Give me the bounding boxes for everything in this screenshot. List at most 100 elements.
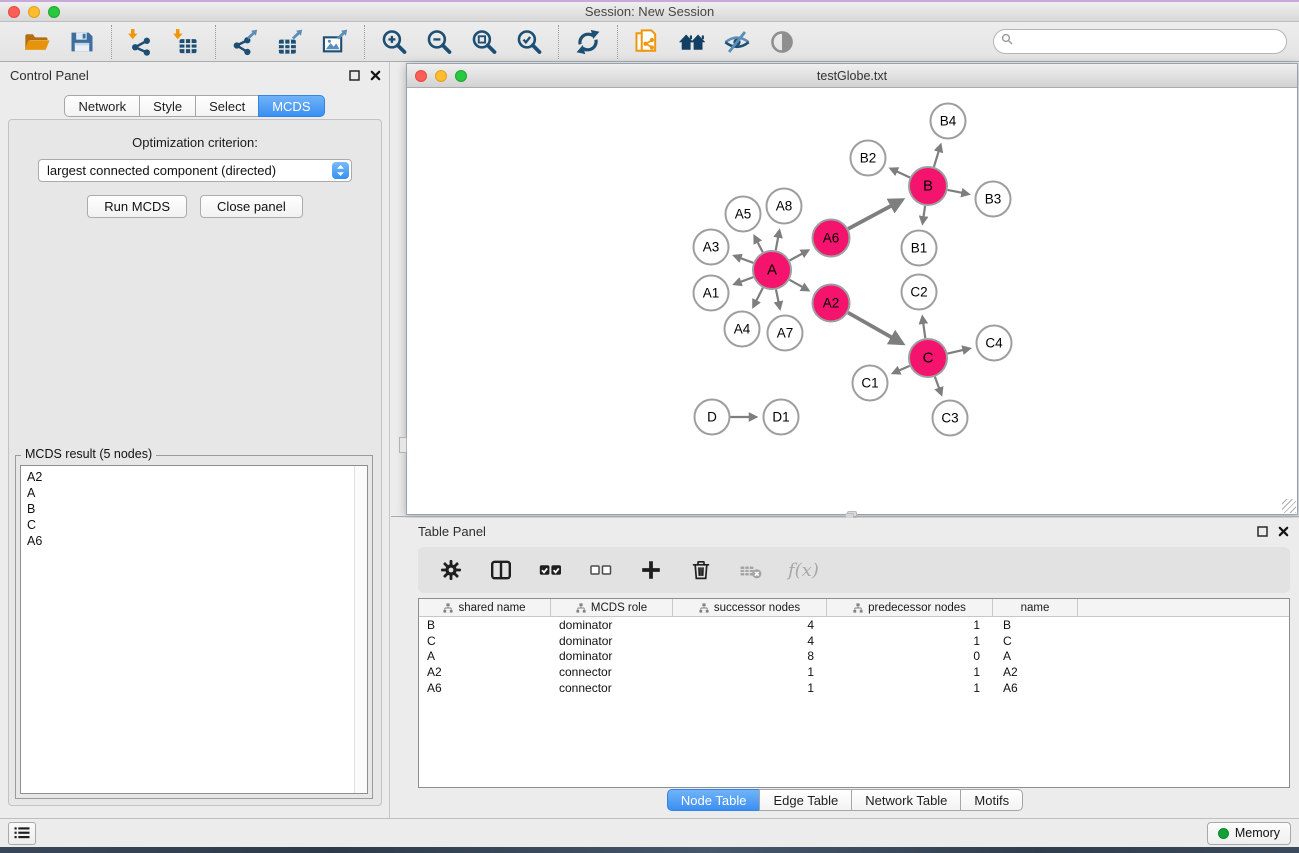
cell-mcds-role[interactable]: dominator <box>551 633 673 649</box>
node-C2[interactable]: C2 <box>902 275 937 310</box>
edge-C-C1[interactable] <box>893 366 910 373</box>
tab-mcds[interactable]: MCDS <box>258 95 324 117</box>
network-left-scrollbar[interactable] <box>399 437 407 453</box>
edge-A-A3[interactable] <box>734 256 753 263</box>
node-D1[interactable]: D1 <box>764 400 799 435</box>
column-header-shared-name[interactable]: shared name <box>419 599 551 616</box>
zoom-out-icon[interactable] <box>424 27 454 57</box>
import-table-icon[interactable] <box>171 27 201 57</box>
edge-A2-C[interactable] <box>848 313 902 344</box>
network-zoom-button[interactable] <box>455 70 467 82</box>
node-C4[interactable]: C4 <box>977 326 1012 361</box>
node-A4[interactable]: A4 <box>725 312 760 347</box>
column-header-name[interactable]: name <box>993 599 1078 616</box>
node-A[interactable]: A <box>753 251 791 289</box>
node-C1[interactable]: C1 <box>853 366 888 401</box>
cell-name[interactable]: A6 <box>993 680 1078 696</box>
zoom-window-button[interactable] <box>48 6 60 18</box>
column-header-successor-nodes[interactable]: successor nodes <box>673 599 827 616</box>
cell-mcds-role[interactable]: connector <box>551 680 673 696</box>
table-row-A6[interactable]: A6connector11A6 <box>419 680 1289 696</box>
close-table-panel-icon[interactable] <box>1278 526 1289 537</box>
network-close-button[interactable] <box>415 70 427 82</box>
cell-mcds-role[interactable]: dominator <box>551 617 673 633</box>
node-B[interactable]: B <box>909 167 947 205</box>
node-A8[interactable]: A8 <box>767 189 802 224</box>
cell-shared-name[interactable]: B <box>419 617 551 633</box>
float-table-panel-icon[interactable] <box>1257 526 1268 537</box>
mcds-result-list[interactable]: A2ABCA6 <box>20 465 368 794</box>
criterion-dropdown[interactable]: largest connected component (directed) <box>38 159 352 182</box>
edge-B-B4[interactable] <box>934 145 941 167</box>
hide-details-icon[interactable] <box>722 27 752 57</box>
node-A2[interactable]: A2 <box>813 285 850 322</box>
edge-A-A8[interactable] <box>776 231 780 251</box>
edge-A-A7[interactable] <box>776 290 780 309</box>
edge-C-C2[interactable] <box>922 317 925 338</box>
node-D[interactable]: D <box>695 400 730 435</box>
cell-shared-name[interactable]: A <box>419 648 551 664</box>
node-A3[interactable]: A3 <box>694 230 729 265</box>
import-network-icon[interactable] <box>126 27 156 57</box>
export-network-icon[interactable] <box>230 27 260 57</box>
save-session-icon[interactable] <box>67 27 97 57</box>
run-mcds-button[interactable]: Run MCDS <box>87 195 187 218</box>
cell-name[interactable]: B <box>993 617 1078 633</box>
show-details-icon[interactable] <box>767 27 797 57</box>
cell-shared-name[interactable]: C <box>419 633 551 649</box>
table-row-B[interactable]: Bdominator41B <box>419 617 1289 633</box>
tab-select[interactable]: Select <box>195 95 259 117</box>
memory-button[interactable]: Memory <box>1207 822 1291 845</box>
network-graph[interactable]: B4B2BB3A8A5A6A3B1AC2A1A2A4A7C4CC1DD1C3 <box>407 88 1297 513</box>
home-icon[interactable] <box>677 27 707 57</box>
export-image-icon[interactable] <box>320 27 350 57</box>
zoom-fit-icon[interactable] <box>469 27 499 57</box>
edge-C-C4[interactable] <box>948 349 970 354</box>
columns-icon[interactable] <box>488 557 514 583</box>
column-header-predecessor-nodes[interactable]: predecessor nodes <box>827 599 993 616</box>
node-A6[interactable]: A6 <box>813 220 850 257</box>
table-row-A2[interactable]: A2connector11A2 <box>419 664 1289 680</box>
result-item-C[interactable]: C <box>27 517 367 533</box>
edge-A-A2[interactable] <box>790 280 809 291</box>
add-column-icon[interactable] <box>638 557 664 583</box>
edge-C-C3[interactable] <box>935 377 942 395</box>
close-window-button[interactable] <box>8 6 20 18</box>
cell-predecessor-nodes[interactable]: 0 <box>827 648 993 664</box>
edge-A6-B[interactable] <box>848 200 901 229</box>
tab-network[interactable]: Network <box>64 95 140 117</box>
edge-B-B1[interactable] <box>923 206 926 224</box>
edge-A-A1[interactable] <box>734 277 753 284</box>
result-item-A2[interactable]: A2 <box>27 469 367 485</box>
panel-list-button[interactable] <box>8 822 36 845</box>
cell-predecessor-nodes[interactable]: 1 <box>827 680 993 696</box>
tab-node-table[interactable]: Node Table <box>667 789 761 811</box>
export-table-icon[interactable] <box>275 27 305 57</box>
cell-predecessor-nodes[interactable]: 1 <box>827 617 993 633</box>
network-window-titlebar[interactable]: testGlobe.txt <box>407 64 1297 88</box>
table-row-C[interactable]: Cdominator41C <box>419 633 1289 649</box>
edge-B-B3[interactable] <box>948 190 969 194</box>
cell-name[interactable]: A2 <box>993 664 1078 680</box>
tab-style[interactable]: Style <box>139 95 196 117</box>
node-A1[interactable]: A1 <box>694 276 729 311</box>
cell-successor-nodes[interactable]: 8 <box>673 648 827 664</box>
table-row-A[interactable]: Adominator80A <box>419 648 1289 664</box>
tab-motifs[interactable]: Motifs <box>960 789 1023 811</box>
node-B1[interactable]: B1 <box>902 231 937 266</box>
edge-A-A5[interactable] <box>755 236 763 252</box>
result-item-A[interactable]: A <box>27 485 367 501</box>
node-A5[interactable]: A5 <box>726 197 761 232</box>
edge-A-A6[interactable] <box>790 250 809 260</box>
node-B4[interactable]: B4 <box>931 104 966 139</box>
cell-shared-name[interactable]: A6 <box>419 680 551 696</box>
zoom-selected-icon[interactable] <box>514 27 544 57</box>
minimize-window-button[interactable] <box>28 6 40 18</box>
cell-name[interactable]: C <box>993 633 1078 649</box>
node-C3[interactable]: C3 <box>933 401 968 436</box>
column-header-mcds-role[interactable]: MCDS role <box>551 599 673 616</box>
refresh-icon[interactable] <box>573 27 603 57</box>
open-folder-icon[interactable] <box>22 27 52 57</box>
settings-icon[interactable] <box>438 557 464 583</box>
node-B3[interactable]: B3 <box>976 182 1011 217</box>
